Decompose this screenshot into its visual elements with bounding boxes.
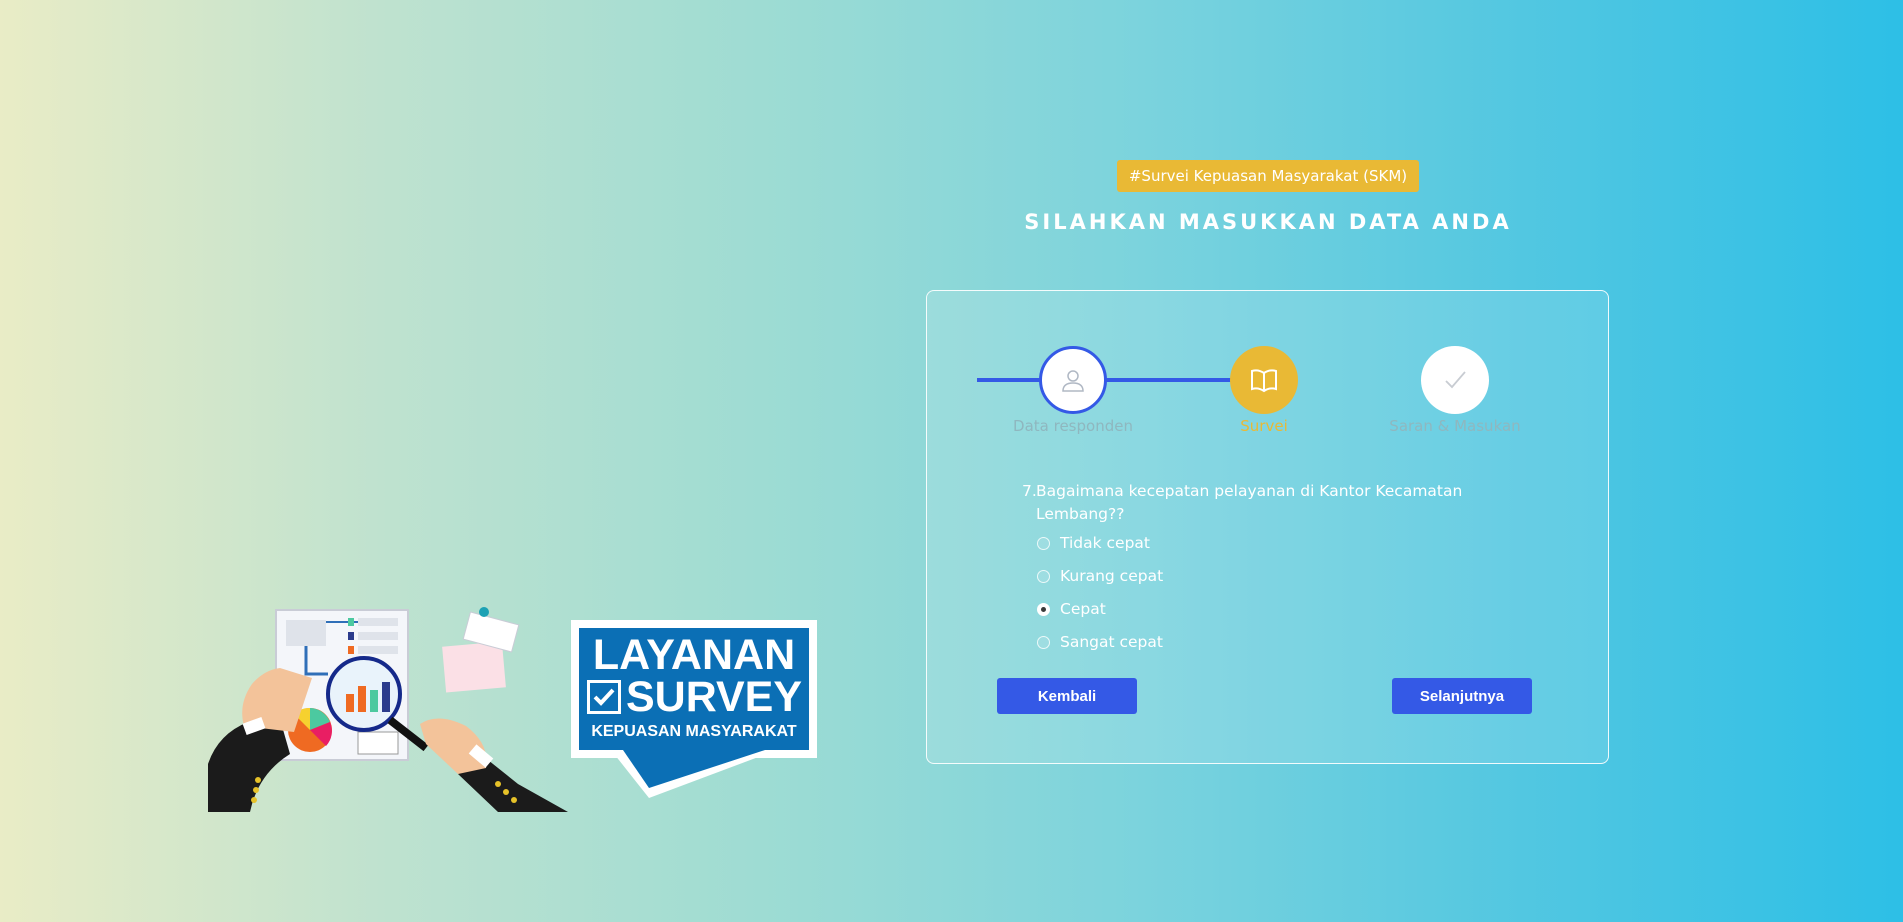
option-label: Cepat [1060,600,1106,618]
question-text: Bagaimana kecepatan pelayanan di Kantor … [1036,482,1463,523]
survey-illustration [208,607,568,812]
survey-tag: #Survei Kepuasan Masyarakat (SKM) [1117,160,1419,192]
page-title: SILAHKAN MASUKKAN DATA ANDA [1024,210,1512,234]
check-icon [1445,371,1466,389]
option-tidak-cepat[interactable]: Tidak cepat [1037,532,1150,554]
option-label: Tidak cepat [1060,534,1151,552]
step-data-responden [1039,346,1107,414]
logo-frame: LAYANAN SURVEY KEPUASAN MASYARAKAT [571,620,817,758]
logo-line-3: KEPUASAN MASYARAKAT [591,723,797,740]
radio-button-selected[interactable] [1037,602,1050,616]
next-button[interactable]: Selanjutnya [1392,678,1532,714]
logo-speech-tail [611,750,777,798]
logo-line-2: SURVEY [625,673,803,721]
step-survei [1230,346,1298,414]
radio-button[interactable] [1037,569,1050,583]
option-kurang-cepat[interactable]: Kurang cepat [1037,565,1163,587]
option-cepat[interactable]: Cepat [1037,598,1106,620]
step-label-saran-masukan: Saran & Masukan [1389,417,1521,435]
step-saran-masukan [1421,346,1489,414]
question-number: 7. [1022,482,1037,500]
radio-button[interactable] [1037,635,1050,649]
user-icon [1062,370,1084,392]
layanan-survey-logo: LAYANAN SURVEY KEPUASAN MASYARAKAT [571,620,817,798]
book-icon [1251,369,1277,393]
stepper-line-left [977,378,1041,382]
radio-button[interactable] [1037,536,1050,550]
option-label: Kurang cepat [1060,567,1164,585]
stepper-line-middle [1105,378,1233,382]
logo-panel: LAYANAN SURVEY KEPUASAN MASYARAKAT [579,628,809,750]
back-button[interactable]: Kembali [997,678,1137,714]
logo-line-1: LAYANAN [592,631,796,679]
option-sangat-cepat[interactable]: Sangat cepat [1037,631,1163,653]
option-label: Sangat cepat [1060,633,1163,651]
step-label-survei: Survei [1240,417,1288,435]
step-label-data-responden: Data responden [1013,417,1133,435]
